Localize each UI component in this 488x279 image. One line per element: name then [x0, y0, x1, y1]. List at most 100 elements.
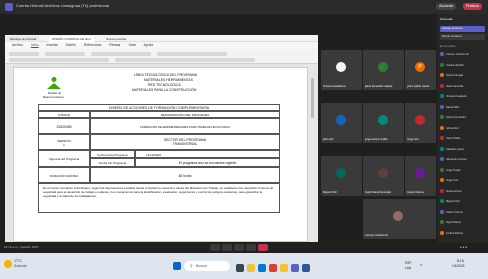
weather-icon[interactable]	[4, 260, 12, 268]
participant-tile[interactable]: Carlos Viveros	[405, 156, 436, 196]
people-list-item[interactable]: Juanita del Mar	[440, 62, 464, 69]
people-list-item[interactable]: Miguel Ortiz	[440, 199, 460, 205]
menu-vista[interactable]: Vista	[128, 43, 135, 47]
people-list-item[interactable]: Andrea Bolívar	[440, 230, 463, 237]
person-name: Juanita del Mar	[446, 63, 464, 67]
fecha-fin-label-cell: Fecha Fin Programa	[90, 158, 135, 167]
people-list-item[interactable]: Gloria Ruiz	[440, 125, 459, 132]
participant-tile[interactable]: Carmen Cristina Gil	[363, 199, 436, 239]
clock-date[interactable]: 1/6/2023	[452, 264, 464, 268]
taskbar-search-input[interactable]: ⚲ Buscar	[184, 261, 230, 271]
ribbon-font-group[interactable]	[9, 52, 39, 56]
participant-tile[interactable]: P yamir patiño nieves	[405, 50, 436, 90]
menu-ayuda[interactable]: Ayuda	[144, 43, 153, 47]
person-name: Jaime Fernández	[446, 116, 467, 119]
word-icon[interactable]	[302, 264, 310, 272]
people-list-item[interactable]: Claudia Lozano	[440, 146, 464, 153]
more-icon[interactable]	[246, 244, 256, 251]
ribbon-editing-group[interactable]	[157, 52, 227, 56]
teams-icon[interactable]	[291, 264, 299, 272]
avatar	[378, 115, 388, 125]
person-avatar-icon	[440, 157, 444, 162]
camera-icon[interactable]	[222, 244, 232, 251]
avatar: P	[415, 62, 425, 72]
share-icon[interactable]	[234, 244, 244, 251]
menu-inicio[interactable]: Inicio	[31, 43, 39, 47]
participant-tile[interactable]: jorge antonio trujillo	[363, 103, 404, 143]
avatar	[378, 168, 388, 178]
ribbon-styles-group[interactable]	[91, 52, 151, 56]
participant-name: Jorge toro	[407, 138, 419, 141]
ribbon-paragraph-group[interactable]	[45, 52, 85, 56]
menu-insertar[interactable]: Insertar	[47, 43, 58, 47]
people-list-item[interactable]: Jaime Fernández	[440, 115, 466, 121]
document-canvas: Modelo de Mejora Continua LÍNEA TECNOLÓG…	[5, 64, 318, 242]
codigo-label-cell: CÓDIGO	[38, 111, 90, 118]
people-panel: Personas Agregar personas Buscar contact…	[437, 14, 488, 243]
person-avatar-icon	[440, 94, 444, 99]
ribbon-row-two[interactable]	[9, 58, 109, 62]
mic-icon[interactable]	[210, 244, 220, 251]
people-list-item[interactable]: Jorge Trujillo	[440, 167, 461, 174]
wifi-icon[interactable]: ≈	[420, 262, 422, 267]
in-meeting-header: En la reunión	[440, 45, 456, 48]
people-list-item[interactable]: Carmen Cristina Gil	[440, 52, 469, 58]
people-list-item[interactable]: Viviana Pérez	[440, 188, 462, 195]
person-name: Sonia Carvajal	[446, 74, 463, 77]
participant-tile[interactable]: Jorge toro	[405, 103, 436, 143]
people-list-item[interactable]: Ingrid Daniel	[440, 220, 461, 226]
menu-archivo[interactable]: Archivo	[12, 43, 23, 47]
search-contacts-input[interactable]: Buscar contactos	[440, 34, 485, 40]
clock-time[interactable]: 8:15	[457, 259, 464, 263]
people-list-item[interactable]: Isaac Jaramillo	[440, 83, 464, 90]
people-list-item[interactable]: Jorge Toro	[440, 178, 458, 184]
add-people-button[interactable]: Agregar personas	[440, 26, 485, 32]
hangup-icon[interactable]	[258, 244, 268, 251]
document-scrollbar[interactable]	[309, 68, 315, 238]
menu-revisar[interactable]: Revisar	[109, 43, 120, 47]
actions-button[interactable]: Acciones	[436, 3, 457, 10]
leave-button[interactable]: Finalizar	[462, 3, 482, 10]
language-indicator-2[interactable]: LAA	[405, 266, 411, 270]
participant-name: jaime fernandez salazar	[365, 85, 393, 88]
people-list-item[interactable]: Sonia Carvajal	[440, 73, 463, 79]
person-name: Jorge Toro	[446, 179, 459, 182]
office-icon[interactable]	[269, 264, 277, 272]
justification-text: En el marco normativo Colombiano, según …	[43, 186, 274, 198]
codigo-value-cell: 22620495	[38, 118, 90, 134]
person-name: Gloria Ruiz	[446, 126, 459, 130]
participants-icon[interactable]: ● ● ●	[460, 245, 480, 251]
people-list-item[interactable]: Viviana Cuadrado	[440, 94, 467, 100]
person-avatar-icon	[440, 52, 444, 57]
avatar	[336, 168, 346, 178]
people-list-item[interactable]: Yamir Patiño	[440, 136, 461, 142]
weather-temp: 17°C	[14, 259, 22, 263]
people-list-item[interactable]: Daniel Niño	[440, 104, 459, 111]
ribbon-row-two-b[interactable]	[115, 58, 255, 62]
task-view-icon[interactable]	[236, 264, 244, 272]
shared-screen: Bandeja de entrada DISEÑO CURRICULAR.doc…	[5, 35, 318, 242]
chrome-icon[interactable]	[280, 264, 288, 272]
vigencia-cell: Vigencia del Programa	[38, 150, 90, 167]
sector-value: TRANSVERSAL	[172, 142, 198, 146]
person-avatar-icon	[440, 230, 444, 235]
participant-tile[interactable]: jaime fernandez salazar	[363, 50, 404, 90]
person-name: Isaac Jaramillo	[446, 84, 464, 88]
menu-diseno[interactable]: Diseño	[66, 43, 76, 47]
search-placeholder: Buscar	[196, 264, 207, 268]
participant-tile[interactable]: Viviana Castellanos	[321, 50, 362, 90]
language-indicator[interactable]: ESP	[405, 261, 411, 265]
menu-referencias[interactable]: Referencias	[84, 43, 102, 47]
participant-tile[interactable]: Ingrid Daniel Gonzalez	[363, 156, 404, 196]
participant-tile[interactable]: jairo ortiz	[321, 103, 362, 143]
edge-icon[interactable]	[258, 264, 266, 272]
people-list-item[interactable]: Alexander Gómez	[440, 157, 467, 163]
denominacion-label-cell: DENOMINACIÓN DEL PROGRAMA	[90, 111, 280, 118]
start-icon[interactable]	[173, 262, 181, 270]
file-explorer-icon[interactable]	[247, 264, 255, 272]
person-avatar-icon	[440, 220, 444, 225]
participant-tile[interactable]: Miguel Ortiz	[321, 156, 362, 196]
people-list-item[interactable]: Carlos Viveros	[440, 209, 463, 216]
person-name: Carlos Viveros	[446, 210, 463, 214]
search-icon: ⚲	[190, 264, 193, 268]
